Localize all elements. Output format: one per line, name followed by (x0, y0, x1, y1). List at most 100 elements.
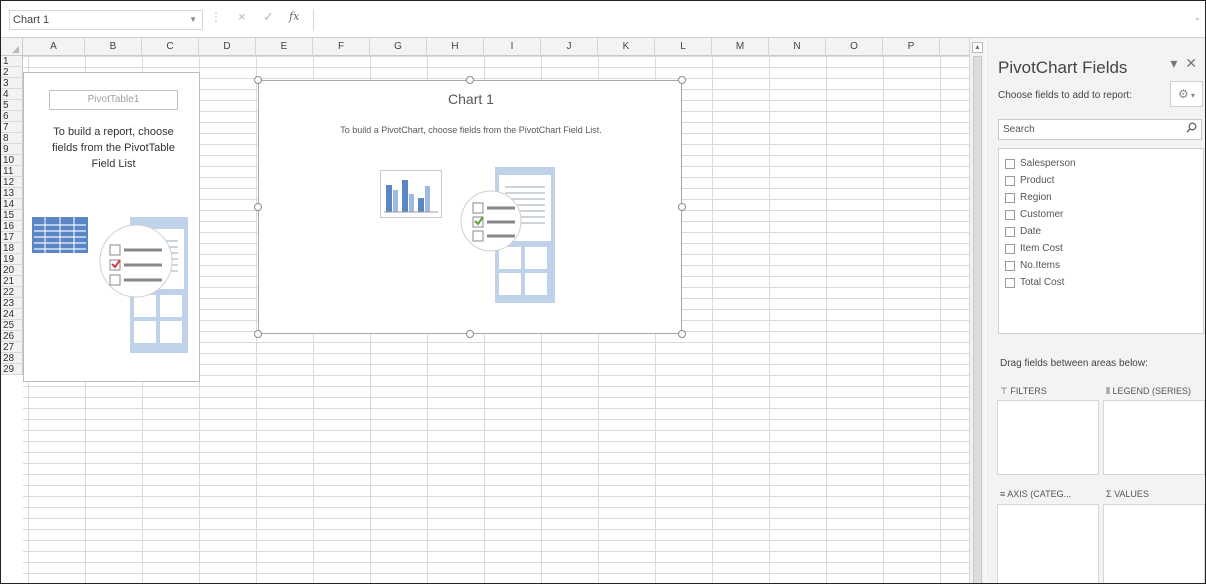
field-item[interactable]: Product (999, 172, 1203, 189)
row-header[interactable]: 15 (1, 210, 23, 221)
resize-handle-top-left[interactable] (254, 76, 262, 84)
field-checkbox[interactable] (1005, 175, 1015, 186)
row-header[interactable]: 24 (1, 309, 23, 320)
row-header[interactable]: 4 (1, 89, 23, 100)
row-header[interactable]: 10 (1, 155, 23, 166)
pivottable-placeholder[interactable]: PivotTable1 To build a report, choose fi… (23, 72, 200, 382)
row-header[interactable]: 23 (1, 298, 23, 309)
column-header[interactable]: H (427, 38, 484, 56)
field-checkbox[interactable] (1005, 260, 1015, 271)
values-drop-area[interactable] (1103, 504, 1205, 583)
resize-handle-bottom-right[interactable] (678, 330, 686, 338)
row-header[interactable]: 12 (1, 177, 23, 188)
close-icon[interactable]: ✕ (1185, 55, 1199, 71)
field-checkbox[interactable] (1005, 192, 1015, 203)
column-header[interactable]: I (484, 38, 541, 56)
name-box[interactable]: Chart 1 ▼ (9, 10, 203, 30)
row-header[interactable]: 14 (1, 199, 23, 210)
field-checkbox[interactable] (1005, 158, 1015, 169)
column-header[interactable]: K (598, 38, 655, 56)
chevron-down-icon: ▾ (1188, 91, 1195, 100)
row-header[interactable]: 13 (1, 188, 23, 199)
gear-icon: ⚙ (1177, 87, 1189, 101)
row-header[interactable]: 9 (1, 144, 23, 155)
column-header[interactable]: L (655, 38, 712, 56)
separator-dots-icon: ⋮ (210, 10, 222, 24)
field-item[interactable]: Customer (999, 206, 1203, 223)
column-header[interactable]: F (313, 38, 370, 56)
field-item[interactable]: Total Cost (999, 274, 1203, 291)
pane-options-chevron-icon[interactable]: ▾ (1170, 55, 1179, 71)
field-item[interactable]: No.Items (999, 257, 1203, 274)
cancel-icon[interactable]: × (238, 9, 246, 24)
row-header[interactable]: 16 (1, 221, 23, 232)
field-checkbox[interactable] (1005, 243, 1015, 254)
resize-handle-right[interactable] (678, 203, 686, 211)
field-label: Item Cost (1020, 243, 1063, 254)
field-item[interactable]: Item Cost (999, 240, 1203, 257)
row-header[interactable]: 26 (1, 331, 23, 342)
resize-handle-bottom[interactable] (466, 330, 474, 338)
row-header[interactable]: 20 (1, 265, 23, 276)
chart-instructions: To build a PivotChart, choose fields fro… (340, 125, 602, 135)
axis-drop-area[interactable] (997, 504, 1099, 583)
row-header[interactable]: 5 (1, 100, 23, 111)
vertical-scrollbar[interactable]: ▲ (969, 38, 985, 583)
row-header[interactable]: 2 (1, 67, 23, 78)
row-header[interactable]: 11 (1, 166, 23, 177)
column-header[interactable]: M (712, 38, 769, 56)
row-header[interactable]: 1 (1, 56, 23, 67)
row-header[interactable]: 3 (1, 78, 23, 89)
column-header[interactable]: P (883, 38, 940, 56)
scroll-up-icon[interactable]: ▲ (972, 42, 983, 53)
resize-handle-bottom-left[interactable] (254, 330, 262, 338)
pivottable-name: PivotTable1 (49, 90, 178, 110)
column-header[interactable]: J (541, 38, 598, 56)
row-header[interactable]: 19 (1, 254, 23, 265)
resize-handle-top[interactable] (466, 76, 474, 84)
column-header[interactable]: A (23, 38, 85, 56)
row-header[interactable]: 6 (1, 111, 23, 122)
field-checkbox[interactable] (1005, 277, 1015, 288)
row-header[interactable]: 27 (1, 342, 23, 353)
column-header[interactable]: E (256, 38, 313, 56)
chart-title[interactable]: Chart 1 (259, 91, 683, 107)
legend-drop-area[interactable] (1103, 400, 1205, 475)
tools-gear-button[interactable]: ⚙ ▾ (1170, 81, 1203, 107)
enter-icon[interactable]: ✓ (263, 9, 274, 25)
name-box-value: Chart 1 (13, 14, 50, 26)
expand-formula-icon[interactable]: ⌄ (1193, 12, 1201, 23)
row-header[interactable]: 28 (1, 353, 23, 364)
column-header[interactable]: D (199, 38, 256, 56)
field-checkbox[interactable] (1005, 226, 1015, 237)
insert-function-icon[interactable]: fx (289, 10, 299, 23)
field-item[interactable]: Salesperson (999, 155, 1203, 172)
formula-input[interactable]: ⌄ (313, 9, 1203, 31)
column-header[interactable]: N (769, 38, 826, 56)
column-header[interactable]: C (142, 38, 199, 56)
search-placeholder: Search (1003, 124, 1035, 135)
row-header[interactable]: 25 (1, 320, 23, 331)
scroll-thumb[interactable] (973, 56, 982, 583)
resize-handle-top-right[interactable] (678, 76, 686, 84)
field-item[interactable]: Date (999, 223, 1203, 240)
column-header[interactable]: O (826, 38, 883, 56)
column-header[interactable]: G (370, 38, 427, 56)
pivotchart-placeholder[interactable]: Chart 1 To build a PivotChart, choose fi… (254, 76, 686, 338)
row-header[interactable]: 29 (1, 364, 23, 375)
row-header[interactable]: 17 (1, 232, 23, 243)
chevron-down-icon[interactable]: ▼ (189, 11, 197, 29)
column-header[interactable]: B (85, 38, 142, 56)
select-all-corner[interactable] (1, 38, 23, 56)
field-checkbox[interactable] (1005, 209, 1015, 220)
field-item[interactable]: Region (999, 189, 1203, 206)
resize-handle-left[interactable] (254, 203, 262, 211)
row-header[interactable]: 18 (1, 243, 23, 254)
filters-drop-area[interactable] (997, 400, 1099, 475)
row-header[interactable]: 8 (1, 133, 23, 144)
legend-icon: ⦀ (1106, 386, 1110, 396)
row-header[interactable]: 7 (1, 122, 23, 133)
field-search-input[interactable]: Search (998, 119, 1202, 140)
row-header[interactable]: 21 (1, 276, 23, 287)
row-header[interactable]: 22 (1, 287, 23, 298)
